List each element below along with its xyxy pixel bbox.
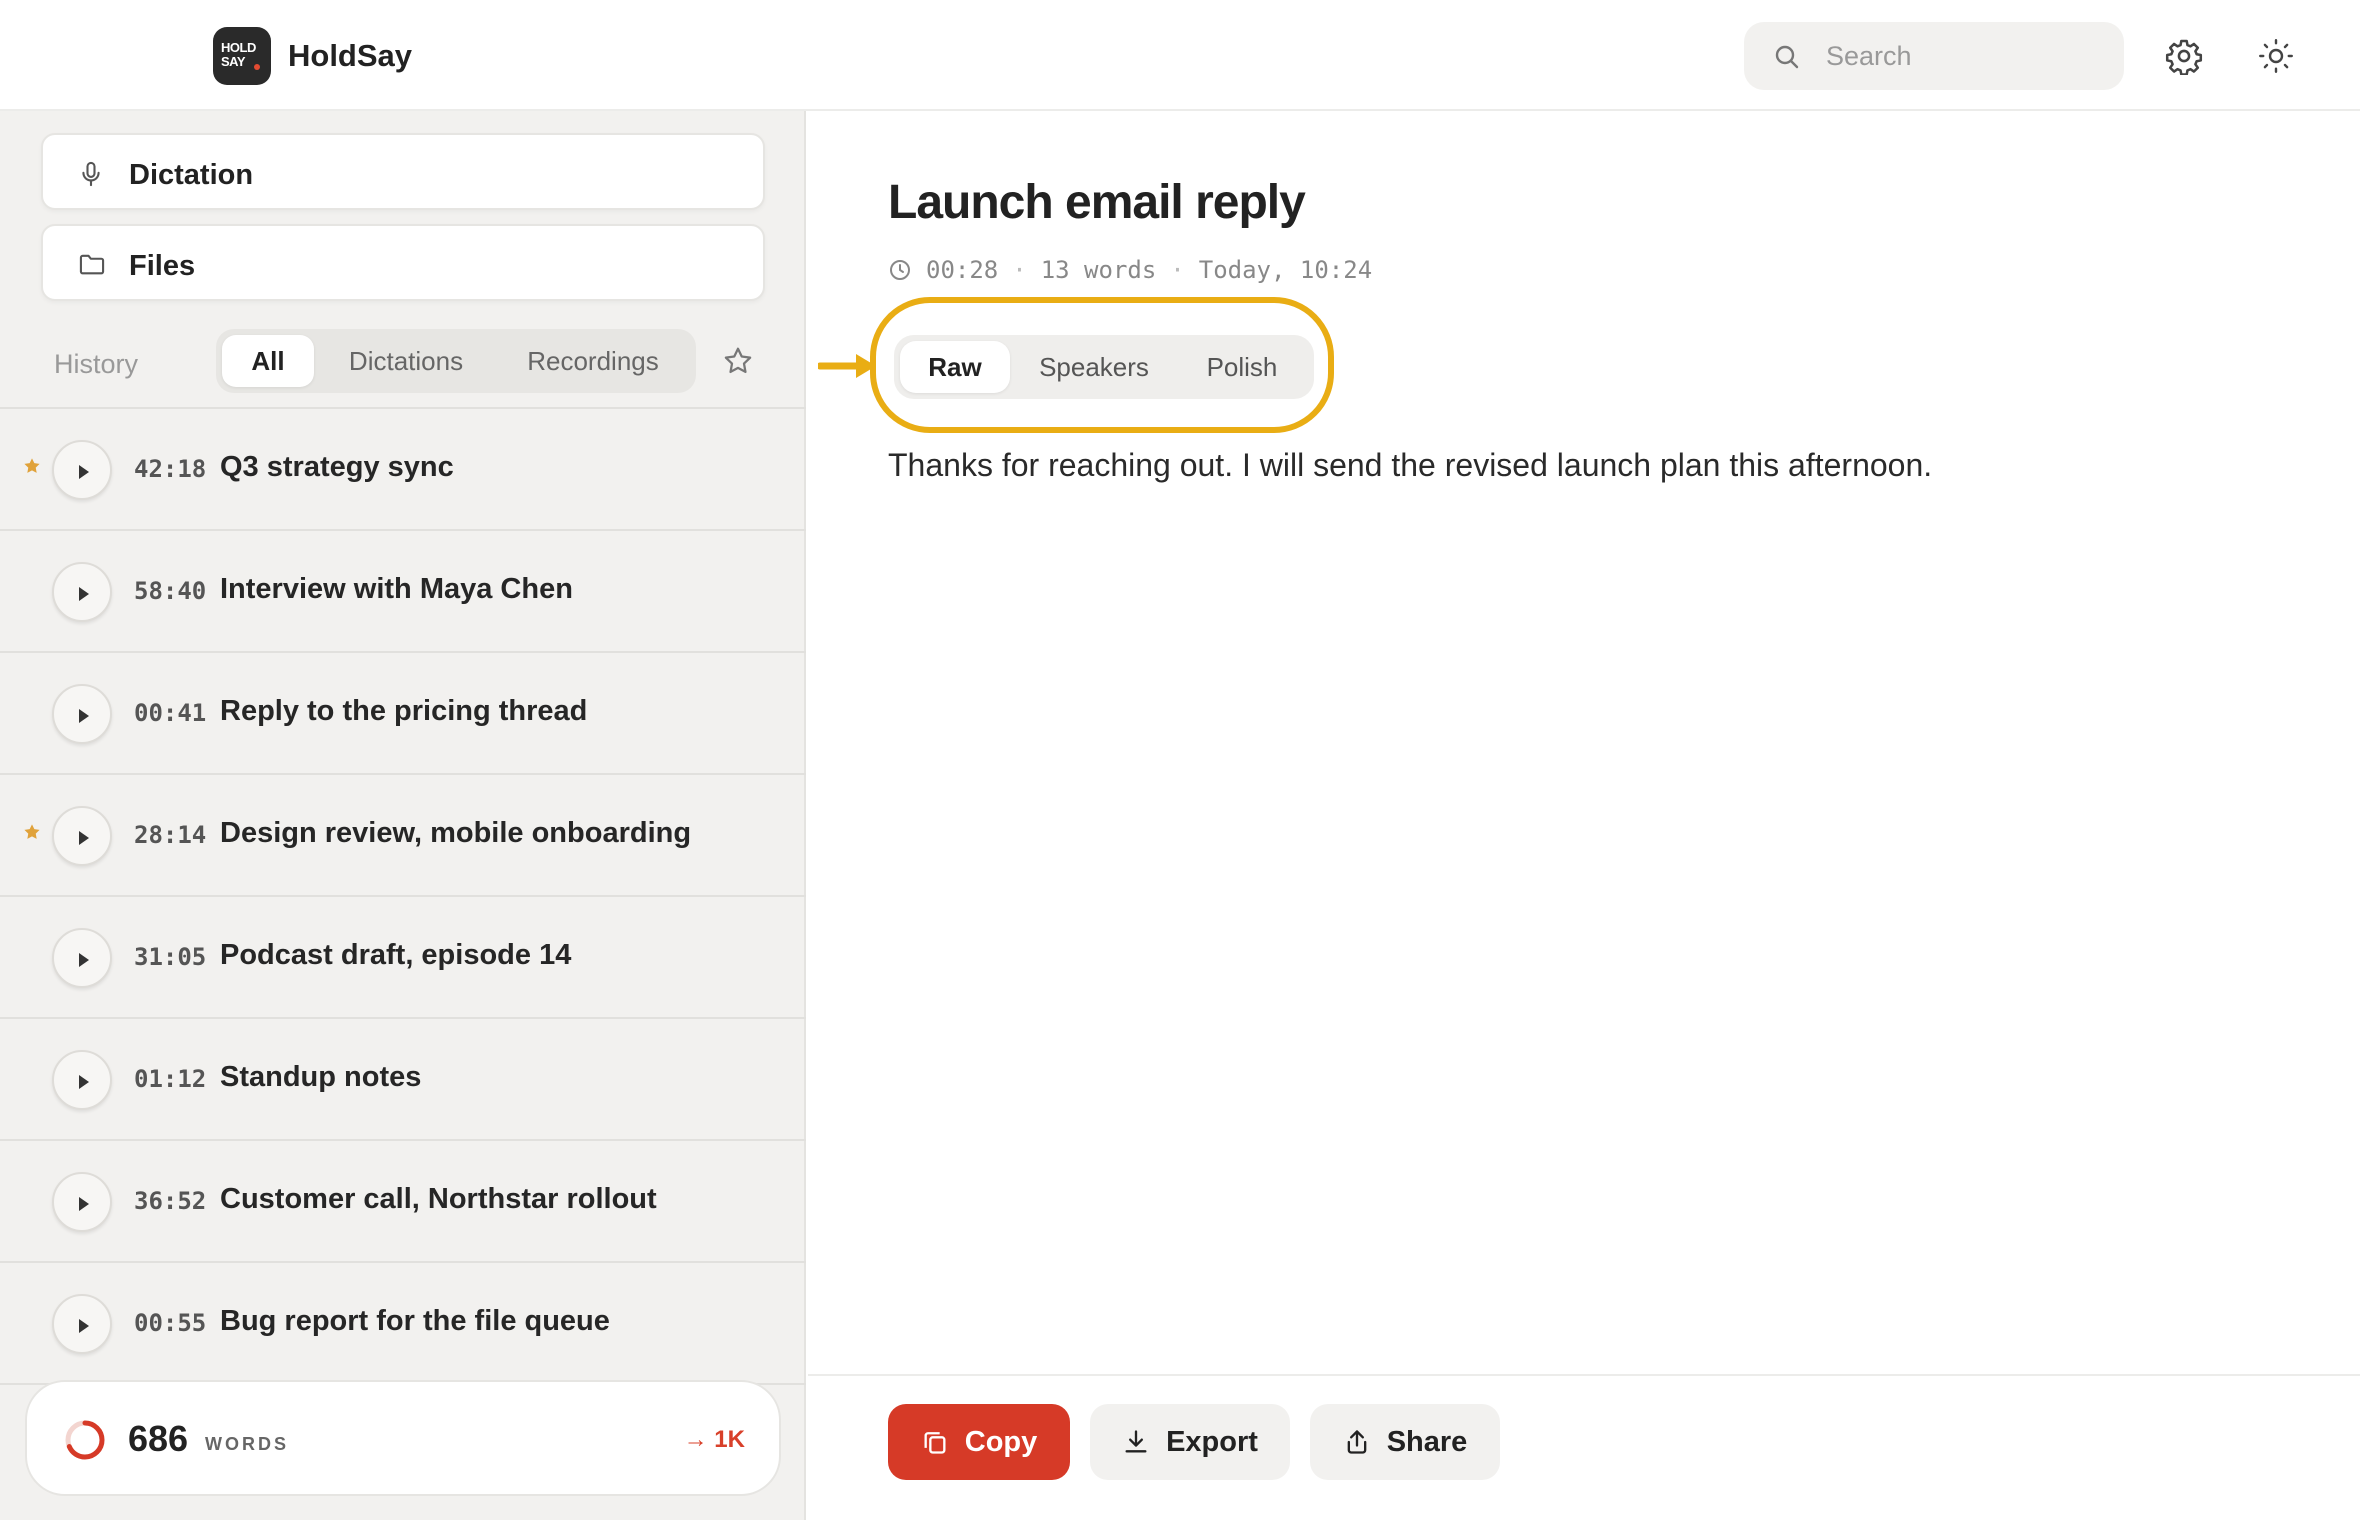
logo-text-line2: SAY — [221, 54, 246, 69]
tab-recordings[interactable]: Recordings — [498, 335, 688, 387]
list-item[interactable]: 31:05 Podcast draft, episode 14 — [0, 897, 806, 1019]
meta-time: Today, 10:24 — [1198, 256, 1373, 284]
item-title: Customer call, Northstar rollout — [220, 1183, 657, 1215]
play-button[interactable] — [52, 1050, 112, 1110]
word-count-card: 686 WORDS → 1K — [25, 1380, 781, 1496]
tab-polish[interactable]: Polish — [1178, 341, 1306, 393]
theme-toggle-button[interactable] — [2254, 34, 2298, 78]
share-button[interactable]: Share — [1310, 1404, 1500, 1480]
sidebar-item-dictation[interactable]: Dictation — [41, 133, 765, 210]
play-button[interactable] — [52, 806, 112, 866]
item-duration: 36:52 — [134, 1187, 207, 1215]
logo-text-line1: HOLD — [221, 40, 256, 55]
item-title: Interview with Maya Chen — [220, 573, 573, 605]
item-title: Bug report for the file queue — [220, 1305, 610, 1337]
meta-words: 13 words — [1040, 256, 1157, 284]
microphone-icon — [82, 161, 100, 187]
logo-dot — [254, 64, 260, 70]
play-button[interactable] — [52, 1172, 112, 1232]
gear-icon — [2165, 39, 2203, 75]
item-title: Podcast draft, episode 14 — [220, 939, 572, 971]
sidebar-item-files[interactable]: Files — [41, 224, 765, 301]
main-panel: Launch email reply 00:28 · 13 words · To… — [808, 111, 2360, 1520]
item-duration: 28:14 — [134, 821, 207, 849]
star-filter-icon[interactable] — [722, 345, 754, 377]
item-duration: 42:18 — [134, 455, 207, 483]
copy-button[interactable]: Copy — [888, 1404, 1070, 1480]
tab-raw[interactable]: Raw — [900, 341, 1010, 393]
progress-ring-icon — [65, 1420, 105, 1460]
settings-button[interactable] — [2162, 34, 2206, 78]
list-item[interactable]: 00:41 Reply to the pricing thread — [0, 653, 806, 775]
search-box[interactable] — [1744, 22, 2124, 90]
item-title: Reply to the pricing thread — [220, 695, 588, 727]
list-item[interactable]: 58:40 Interview with Maya Chen — [0, 531, 806, 653]
history-heading: History — [54, 349, 139, 379]
search-icon — [1775, 45, 1799, 69]
play-button[interactable] — [52, 440, 112, 500]
footer-divider — [808, 1374, 2360, 1376]
list-item[interactable]: 36:52 Customer call, Northstar rollout — [0, 1141, 806, 1263]
word-goal[interactable]: → 1K — [684, 1426, 745, 1454]
history-filter-tabs: All Dictations Recordings — [216, 329, 696, 393]
copy-icon — [924, 1432, 946, 1454]
star-icon — [24, 458, 40, 473]
list-item[interactable]: 42:18 Q3 strategy sync — [0, 409, 806, 531]
meta-separator: · — [1012, 256, 1027, 284]
share-label: Share — [1386, 1425, 1468, 1458]
list-item[interactable]: 28:14 Design review, mobile onboarding — [0, 775, 806, 897]
play-button[interactable] — [52, 562, 112, 622]
sidebar: Dictation Files History All Dictations R… — [0, 111, 806, 1520]
meta-duration: 00:28 — [926, 256, 999, 284]
star-icon — [24, 824, 40, 839]
play-button[interactable] — [52, 928, 112, 988]
item-duration: 00:55 — [134, 1309, 207, 1337]
app-logo: HOLD SAY — [213, 27, 271, 85]
item-duration: 31:05 — [134, 943, 207, 971]
download-icon — [1125, 1430, 1147, 1453]
page-title: Launch email reply — [888, 176, 1306, 229]
meta-line: 00:28 · 13 words · Today, 10:24 — [888, 256, 1372, 284]
list-item[interactable]: 01:12 Standup notes — [0, 1019, 806, 1141]
folder-icon — [79, 254, 105, 275]
sidebar-item-label: Files — [129, 250, 196, 282]
meta-separator: · — [1170, 256, 1185, 284]
tab-speakers[interactable]: Speakers — [1018, 341, 1170, 393]
word-count: 686 — [128, 1418, 189, 1459]
view-mode-tabs: Raw Speakers Polish — [894, 335, 1314, 399]
clock-icon — [890, 260, 910, 280]
item-title: Q3 strategy sync — [220, 451, 454, 483]
sun-icon — [2259, 39, 2293, 73]
tab-all[interactable]: All — [222, 335, 314, 387]
top-bar: HOLD SAY HoldSay — [0, 0, 2360, 111]
item-duration: 01:12 — [134, 1065, 207, 1093]
item-duration: 00:41 — [134, 699, 207, 727]
search-input[interactable] — [1826, 36, 2106, 76]
list-item[interactable]: 00:55 Bug report for the file queue — [0, 1263, 806, 1385]
export-button[interactable]: Export — [1090, 1404, 1290, 1480]
item-title: Standup notes — [220, 1061, 422, 1093]
export-label: Export — [1166, 1425, 1258, 1458]
item-duration: 58:40 — [134, 577, 207, 605]
word-count-unit: WORDS — [205, 1434, 289, 1454]
tab-dictations[interactable]: Dictations — [322, 335, 490, 387]
play-button[interactable] — [52, 1294, 112, 1354]
copy-label: Copy — [964, 1425, 1038, 1458]
share-icon — [1347, 1430, 1367, 1454]
play-button[interactable] — [52, 684, 112, 744]
brand-name: HoldSay — [288, 38, 413, 73]
sidebar-item-label: Dictation — [129, 159, 254, 191]
transcript-text[interactable]: Thanks for reaching out. I will send the… — [888, 447, 1932, 484]
item-title: Design review, mobile onboarding — [220, 817, 692, 849]
